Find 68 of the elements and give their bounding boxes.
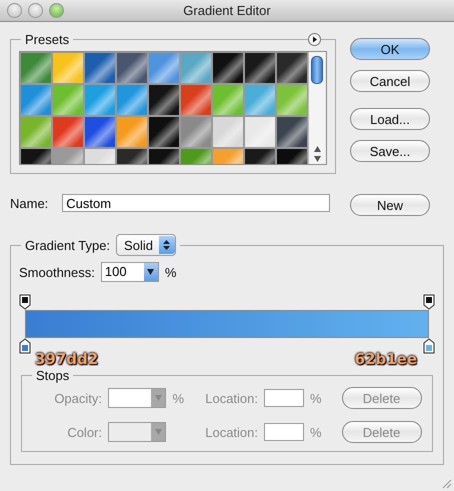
dialog-button[interactable]: Load... <box>350 108 430 130</box>
opacity-stop-icon[interactable] <box>19 294 31 310</box>
gradient-swatch[interactable] <box>20 84 52 116</box>
gradient-swatch[interactable] <box>148 116 180 148</box>
color-stop-icon[interactable] <box>423 338 435 354</box>
gradient-swatch[interactable] <box>244 116 276 148</box>
gradient-swatch[interactable] <box>276 84 308 116</box>
gradient-swatch[interactable] <box>116 52 148 84</box>
percent-label: % <box>310 390 322 406</box>
opacity-stop-icon[interactable] <box>423 294 435 310</box>
presets-label: Presets <box>24 32 70 47</box>
name-field[interactable]: Custom <box>62 194 330 212</box>
scroll-down-icon[interactable] <box>314 156 320 162</box>
gradient-swatch[interactable] <box>148 52 180 84</box>
color-hex-annotation: 62b1ee <box>354 350 417 368</box>
window-title: Gradient Editor <box>182 3 272 18</box>
gradient-swatch[interactable] <box>20 52 52 84</box>
stop-field-label: Opacity: <box>53 390 102 406</box>
gradient-swatch[interactable] <box>116 116 148 148</box>
menu-icon[interactable] <box>308 33 321 46</box>
scrollbar[interactable] <box>308 52 325 164</box>
gradient-swatch[interactable] <box>20 116 52 148</box>
gradient-swatch[interactable] <box>84 84 116 116</box>
gradient-swatch[interactable] <box>212 52 244 84</box>
gradient-swatch[interactable] <box>52 116 84 148</box>
gradient-type-label: Gradient Type: <box>25 238 110 252</box>
gradient-swatch[interactable] <box>180 116 212 148</box>
stop-value-field[interactable] <box>108 422 166 442</box>
gradient-swatch[interactable] <box>180 52 212 84</box>
smoothness-field[interactable]: 100 <box>100 262 159 282</box>
color-hex-annotation: 397dd2 <box>35 350 98 368</box>
gradient-swatch[interactable] <box>244 52 276 84</box>
gradient-swatch[interactable] <box>84 52 116 84</box>
scroll-up-icon[interactable] <box>314 146 320 152</box>
percent-label: % <box>310 424 322 440</box>
minimize-button[interactable] <box>28 3 43 18</box>
smoothness-label: Smoothness: <box>19 264 95 280</box>
location-label: Location: <box>204 390 258 406</box>
stop-value-field[interactable] <box>108 388 166 408</box>
gradient-swatch[interactable] <box>116 84 148 116</box>
gradient-swatch[interactable] <box>276 116 308 148</box>
location-label: Location: <box>204 424 258 440</box>
zoom-button[interactable] <box>49 3 64 18</box>
scroll-thumb[interactable] <box>311 56 323 84</box>
stepper-arrows-icon[interactable] <box>163 240 170 250</box>
gradient-swatch[interactable] <box>244 84 276 116</box>
gradient-swatch[interactable] <box>180 84 212 116</box>
gradient-swatch[interactable] <box>84 116 116 148</box>
stops-label: Stops <box>35 368 70 383</box>
gradient-swatch[interactable] <box>276 52 308 84</box>
color-stop-icon[interactable] <box>19 338 31 354</box>
name-label: Name: <box>10 196 48 210</box>
gradient-swatch[interactable] <box>212 84 244 116</box>
gradient-swatch[interactable] <box>52 52 84 84</box>
percent-label: % <box>172 390 184 406</box>
dropdown-arrow-icon[interactable] <box>147 269 154 275</box>
gradient-swatch[interactable] <box>212 116 244 148</box>
dialog-button[interactable]: Cancel <box>350 70 430 92</box>
percent-label: % <box>164 264 176 280</box>
gradient-swatch[interactable] <box>52 84 84 116</box>
new-button[interactable]: New <box>350 194 430 216</box>
gradient-swatch[interactable] <box>148 84 180 116</box>
ok-button[interactable]: OK <box>350 38 430 60</box>
dialog-button[interactable]: Save... <box>350 140 430 162</box>
close-button[interactable] <box>7 3 22 18</box>
resize-grip-icon[interactable] <box>442 479 452 489</box>
gradient-type-select[interactable]: Solid <box>116 234 176 256</box>
stop-field-label: Color: <box>66 424 102 440</box>
